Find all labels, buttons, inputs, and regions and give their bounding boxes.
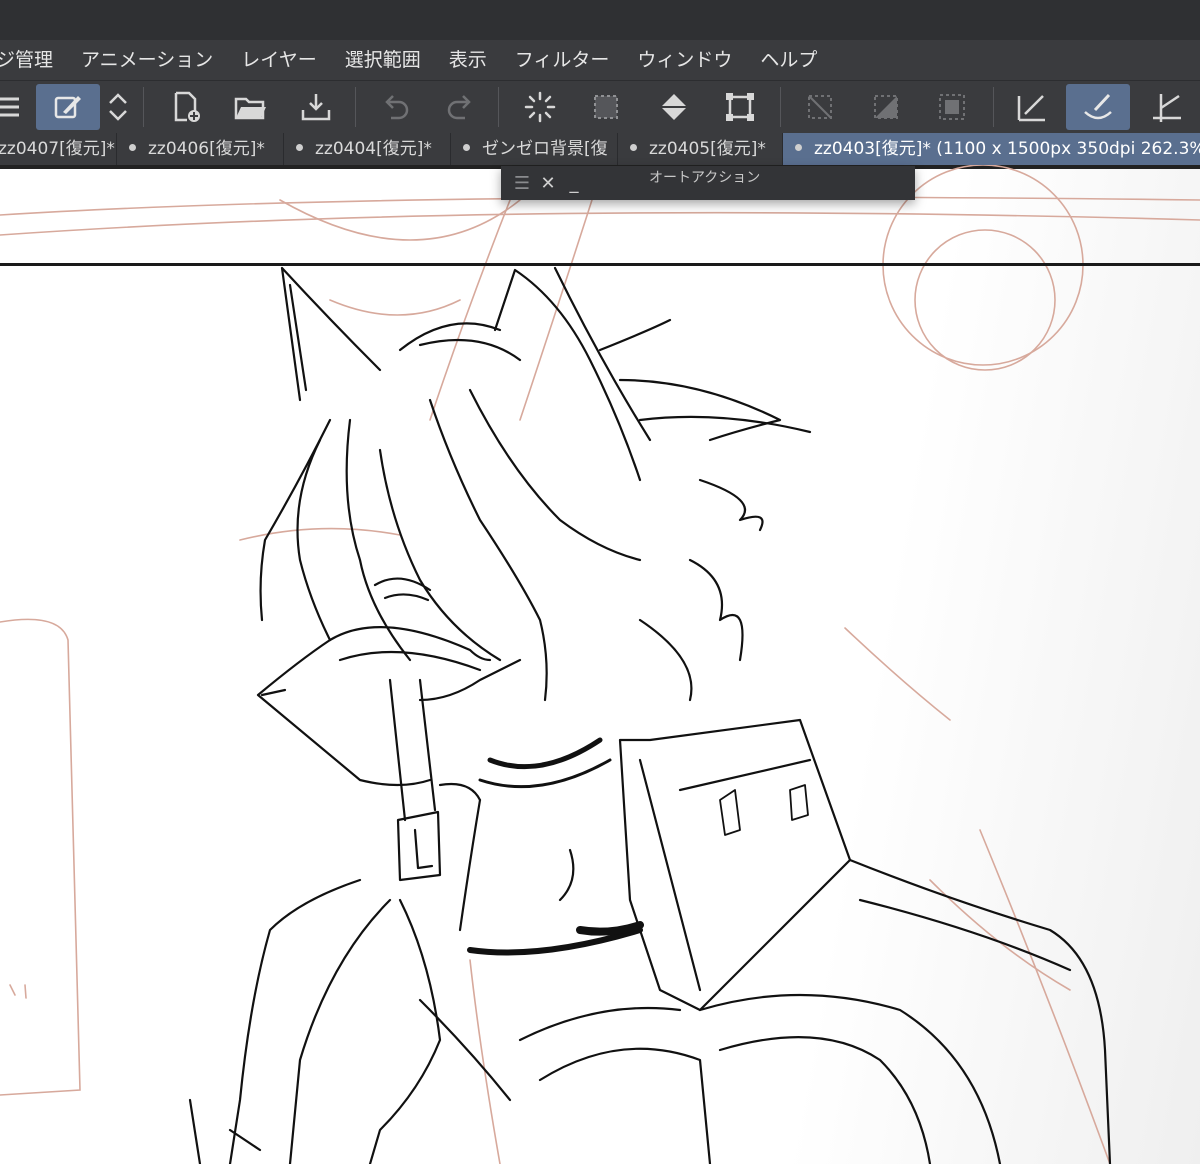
undo-icon[interactable] xyxy=(364,84,428,130)
tab-zz0406[interactable]: zz0406[復元]* xyxy=(117,133,284,165)
minimize-icon[interactable]: _ xyxy=(561,173,587,194)
new-canvas-icon[interactable] xyxy=(154,84,218,130)
select-dotted-icon[interactable] xyxy=(574,84,638,130)
menu-item-page-manage[interactable]: ジ管理 xyxy=(0,40,67,80)
canvas-artwork[interactable] xyxy=(0,165,1200,1164)
title-bar xyxy=(0,0,1200,40)
lineart-layer xyxy=(188,266,1112,1164)
tab-label: zz0404[復元]* xyxy=(315,139,432,159)
tab-modified-dot-icon xyxy=(630,143,637,151)
chevron-updown-icon[interactable] xyxy=(86,84,150,130)
deselect-icon[interactable] xyxy=(788,84,852,130)
selection-frame-icon[interactable] xyxy=(920,84,984,130)
menu-item-view[interactable]: 表示 xyxy=(435,40,501,80)
rough-sketch-layer xyxy=(0,165,1200,1164)
panel-title: オートアクション xyxy=(649,170,761,186)
tab-modified-dot-icon xyxy=(463,143,470,151)
toolbar-separator xyxy=(143,87,144,127)
menu-item-layer[interactable]: レイヤー xyxy=(227,40,330,80)
ruler-snap-icon[interactable] xyxy=(1000,84,1064,130)
menu-item-animation[interactable]: アニメーション xyxy=(67,40,227,80)
save-download-icon[interactable] xyxy=(284,84,348,130)
tab-zenzero-background[interactable]: ゼンゼロ背景[復 xyxy=(451,133,618,165)
menu-item-filter[interactable]: フィルター xyxy=(501,40,624,80)
tab-label: ゼンゼロ背景[復 xyxy=(482,139,608,159)
menu-item-window[interactable]: ウィンドウ xyxy=(623,40,746,80)
menu-item-help[interactable]: ヘルプ xyxy=(746,40,831,80)
toolbar-separator xyxy=(498,87,499,127)
toolbar-separator xyxy=(780,87,781,127)
toolbar-separator xyxy=(355,87,356,127)
tab-modified-dot-icon xyxy=(296,143,303,151)
brush-snap-icon[interactable] xyxy=(1066,84,1130,130)
tab-zz0405[interactable]: zz0405[復元]* xyxy=(618,133,783,165)
tab-modified-dot-icon xyxy=(795,143,802,151)
tab-label: zz0405[復元]* xyxy=(649,139,766,159)
tab-modified-dot-icon xyxy=(129,143,136,151)
tab-zz0404[interactable]: zz0404[復元]* xyxy=(284,133,451,165)
invert-selection-icon[interactable] xyxy=(854,84,918,130)
tab-zz0403[interactable]: zz0403[復元]* (1100 x 1500px 350dpi 262.3%… xyxy=(783,133,1200,165)
tab-zz0407[interactable]: zz0407[復元]* xyxy=(0,133,117,165)
close-icon[interactable]: ✕ xyxy=(535,173,561,194)
redo-icon[interactable] xyxy=(428,84,492,130)
menu-icon[interactable] xyxy=(0,84,38,130)
loading-spinner-icon[interactable] xyxy=(508,84,572,130)
tab-label: zz0403[復元]* (1100 x 1500px 350dpi 262.3%… xyxy=(814,139,1200,159)
drag-handle-icon[interactable]: ☰ xyxy=(509,173,535,194)
command-bar xyxy=(0,80,1200,133)
document-tab-bar: zz0407[復元]* zz0406[復元]* zz0404[復元]* ゼンゼロ… xyxy=(0,133,1200,165)
fill-bucket-icon[interactable] xyxy=(642,84,706,130)
menu-bar: ジ管理 アニメーション レイヤー 選択範囲 表示 フィルター ウィンドウ ヘルプ xyxy=(0,40,1200,80)
grid-snap-icon[interactable] xyxy=(1134,84,1198,130)
transform-icon[interactable] xyxy=(708,84,772,130)
open-folder-icon[interactable] xyxy=(218,84,282,130)
toolbar-separator xyxy=(993,87,994,127)
auto-action-panel: ☰ ✕ _ オートアクション xyxy=(501,166,915,200)
menu-item-selection[interactable]: 選択範囲 xyxy=(331,40,435,80)
tab-label: zz0407[復元]* xyxy=(0,139,115,159)
tab-label: zz0406[復元]* xyxy=(148,139,265,159)
canvas-border-line xyxy=(0,263,1200,266)
